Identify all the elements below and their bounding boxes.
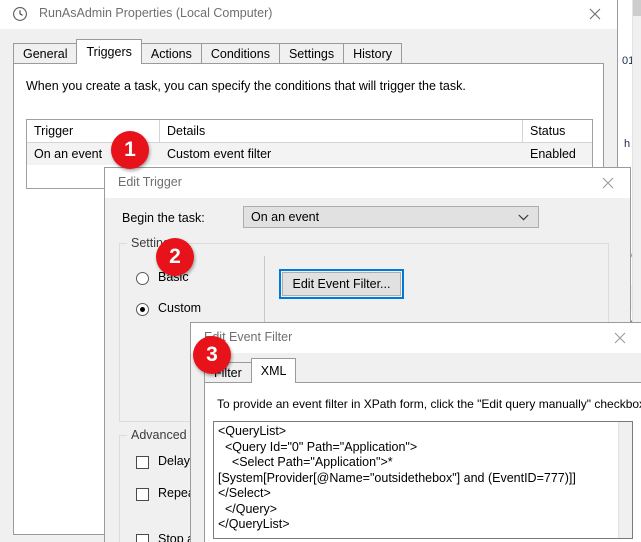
tab-conditions[interactable]: Conditions bbox=[200, 43, 280, 64]
screenshot-root: 01: h 1.0 Ev RunAsAdmin Properties (Loca… bbox=[0, 0, 641, 542]
cell-details: Custom event filter bbox=[167, 147, 272, 161]
clock-icon bbox=[12, 6, 28, 22]
column-header-details[interactable]: Details bbox=[160, 120, 523, 142]
tab-actions[interactable]: Actions bbox=[140, 43, 202, 64]
tab-settings[interactable]: Settings bbox=[278, 43, 345, 64]
begin-task-combobox[interactable]: On an event bbox=[243, 206, 539, 228]
properties-tabstrip: General Triggers Actions Conditions Sett… bbox=[13, 39, 403, 64]
close-icon[interactable] bbox=[585, 168, 630, 198]
chevron-down-icon[interactable] bbox=[518, 207, 529, 227]
tab-history[interactable]: History bbox=[343, 43, 403, 64]
trigger-listview-header: Trigger Details Status bbox=[27, 120, 592, 143]
background-scrollbar-thumb[interactable] bbox=[633, 0, 641, 16]
begin-task-value: On an event bbox=[251, 210, 320, 224]
checkbox-repeat-task[interactable] bbox=[136, 488, 149, 501]
checkbox-delay-task[interactable] bbox=[136, 456, 149, 469]
properties-titlebar[interactable]: RunAsAdmin Properties (Local Computer) bbox=[0, 0, 617, 29]
xml-hint-text: To provide an event filter in XPath form… bbox=[217, 397, 641, 411]
edit-trigger-titlebar[interactable]: Edit Trigger bbox=[105, 168, 630, 198]
callout-1: 1 bbox=[111, 131, 149, 169]
cell-status: Enabled bbox=[530, 147, 576, 161]
begin-task-label: Begin the task: bbox=[122, 211, 205, 225]
edit-event-filter-button[interactable]: Edit Event Filter... bbox=[279, 269, 404, 299]
edit-trigger-title: Edit Trigger bbox=[118, 175, 182, 189]
edit-event-filter-dialog: Edit Event Filter Filter XML To provide … bbox=[190, 322, 641, 542]
checkbox-stop-all-tasks[interactable] bbox=[136, 534, 149, 542]
background-text-fragment: h bbox=[624, 138, 631, 150]
tab-triggers[interactable]: Triggers bbox=[76, 39, 142, 64]
xml-query-textarea[interactable]: <QueryList> <Query Id="0" Path="Applicat… bbox=[213, 421, 633, 539]
callout-2: 2 bbox=[156, 238, 194, 276]
callout-3: 3 bbox=[193, 336, 231, 374]
tab-general[interactable]: General bbox=[13, 43, 78, 64]
xml-tab-panel: To provide an event filter in XPath form… bbox=[204, 382, 641, 542]
edit-event-filter-titlebar[interactable]: Edit Event Filter bbox=[191, 323, 641, 353]
close-icon[interactable] bbox=[597, 323, 641, 353]
radio-basic[interactable] bbox=[136, 272, 149, 285]
properties-window-title: RunAsAdmin Properties (Local Computer) bbox=[39, 6, 273, 20]
xml-scrollbar[interactable] bbox=[618, 422, 632, 538]
triggers-description: When you create a task, you can specify … bbox=[26, 79, 466, 93]
radio-custom[interactable] bbox=[136, 303, 149, 316]
xml-query-text: <QueryList> <Query Id="0" Path="Applicat… bbox=[218, 424, 576, 531]
tab-xml[interactable]: XML bbox=[250, 358, 297, 383]
close-icon[interactable] bbox=[572, 0, 617, 29]
radio-custom-label: Custom bbox=[158, 301, 202, 315]
column-header-status[interactable]: Status bbox=[523, 120, 592, 142]
